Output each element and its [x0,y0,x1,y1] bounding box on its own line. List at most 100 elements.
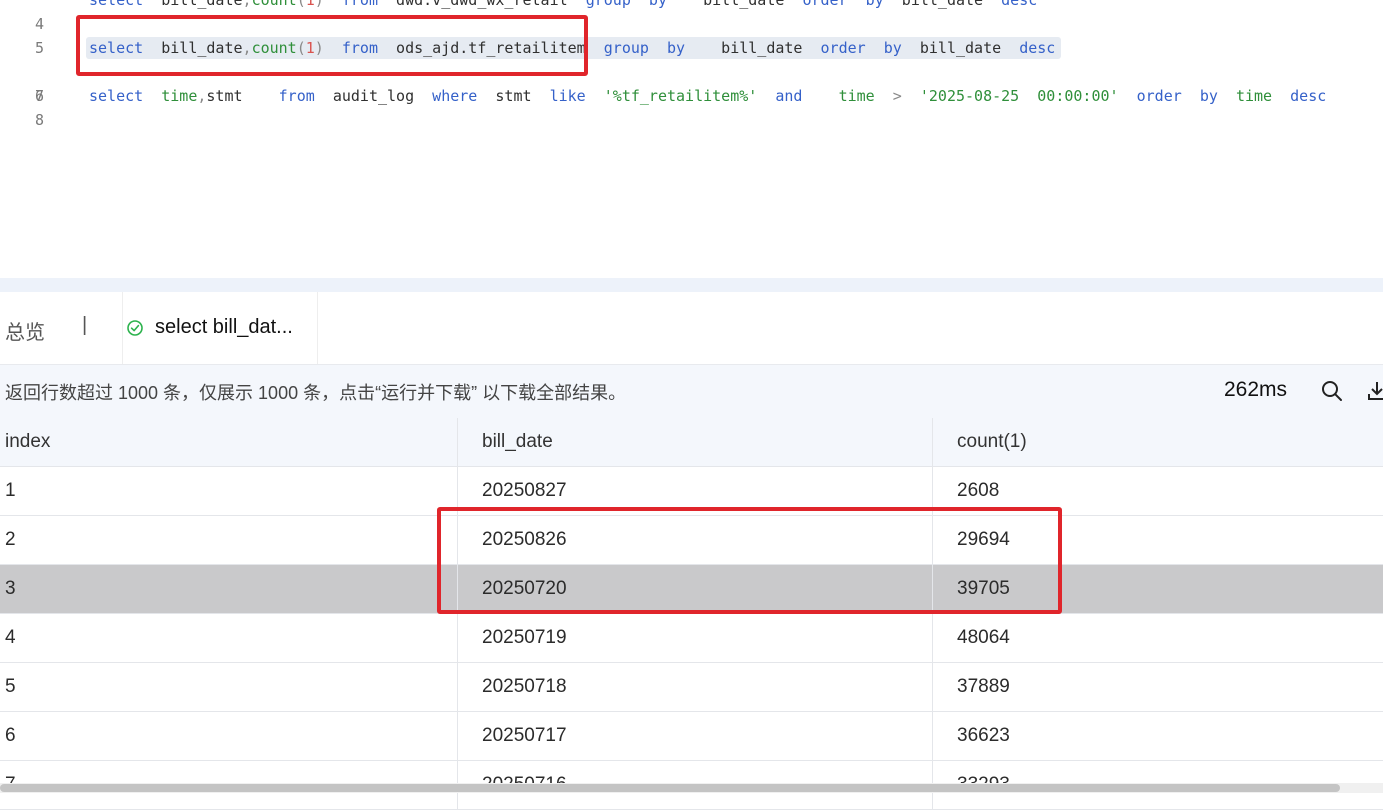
code-token: and [757,87,803,105]
code-token: by [847,0,884,9]
code-token: select [89,0,144,9]
column-header[interactable]: count(1) [932,418,1383,466]
code-token: bill_date [901,39,1002,57]
code-token: count [251,39,297,57]
code-token: bill_date [685,39,803,57]
code-token: audit_log [314,87,415,105]
table-cell: 29694 [932,516,1383,564]
code-token: stmt [477,87,532,105]
code-token: time [143,87,198,105]
code-token: bill_date [883,0,984,9]
search-icon[interactable] [1320,379,1344,403]
table-cell: 20250720 [457,565,952,613]
code-token: from [242,87,315,105]
scrollbar-thumb[interactable] [0,784,1340,792]
table-cell: 20250719 [457,614,952,662]
code-token: dwd.v_dwd_wx_retail [378,0,568,9]
code-token: bill_date [143,39,243,57]
code-token: desc [1001,39,1056,57]
table-cell: 39705 [932,565,1383,613]
code-token: order [784,0,848,9]
table-cell: 2608 [932,467,1383,515]
code-token: order [802,39,866,57]
code-token: '2025-08-25 00:00:00' [901,87,1119,105]
code-token: bill_date [667,0,785,9]
code-token: bill_date [143,0,243,9]
code-token: time [1217,87,1273,105]
tab-query-result[interactable]: select bill_dat... [122,292,318,364]
table-cell: 3 [5,578,16,599]
table-cell: 37889 [932,663,1383,711]
code-token: select [89,39,144,57]
code-token: by [630,0,667,9]
sql-editor[interactable]: 4 select bill_date,count(1) from dwd.v_d… [0,0,1383,278]
success-check-icon [127,320,143,336]
code-token: desc [1272,87,1327,105]
editor-line[interactable]: 4 select bill_date,count(1) from dwd.v_d… [0,0,1383,33]
code-token: by [865,39,902,57]
table-cell: 20250827 [457,467,952,515]
code-token: ods_ajd.tf_retailitem [378,39,586,57]
code-token: 1 [305,0,315,9]
table-cell: 5 [5,676,16,697]
code-token: ( [296,0,306,9]
code-token: where [414,87,478,105]
code-text: select bill_date,count(1) from dwd.v_dwd… [89,0,1037,12]
table-row[interactable]: 5 20250718 37889 [0,663,1383,712]
result-tabs: 总览 | select bill_dat... [0,292,1383,365]
horizontal-scrollbar[interactable] [0,783,1383,793]
table-row[interactable]: 1 20250827 2608 [0,467,1383,516]
code-token: by [1181,87,1218,105]
table-cell: 36623 [932,712,1383,760]
code-token: from [323,0,378,9]
code-token: ) [314,39,324,57]
tab-separator: | [82,314,88,336]
tab-overview[interactable]: 总览 [5,316,45,345]
editor-line[interactable]: 7 [0,60,1383,105]
pane-splitter[interactable] [0,278,1383,292]
code-token: '%tf_retailitem%' [585,87,758,105]
table-row-selected[interactable]: 3 20250720 39705 [0,565,1383,614]
table-cell: 2 [5,529,16,550]
code-token: group [567,0,631,9]
table-cell: 4 [5,627,16,648]
column-header[interactable]: bill_date [457,418,952,466]
code-token: , [242,39,252,57]
code-token: > [874,87,902,105]
editor-line[interactable]: 8 select time,stmt from audit_log where … [0,84,1383,129]
table-cell: 48064 [932,614,1383,662]
table-header-row: index bill_date count(1) [0,418,1383,467]
code-token: count [251,0,297,9]
code-text: select time,stmt from audit_log where st… [89,84,1326,108]
code-token: select [89,87,144,105]
line-number: 8 [34,111,44,129]
code-token: ( [296,39,306,57]
code-text: select bill_date,count(1) from ods_ajd.t… [89,36,1055,60]
table-row[interactable]: 2 20250826 29694 [0,516,1383,565]
elapsed-time: 262ms [1224,378,1288,401]
code-token: ) [314,0,324,9]
download-icon[interactable] [1365,379,1383,403]
table-cell: 20250717 [457,712,952,760]
code-token: desc [983,0,1038,9]
code-token: time [802,87,875,105]
table-cell: 20250718 [457,663,952,711]
tab-query-label: select bill_dat... [155,316,293,338]
result-table: index bill_date count(1) 1 20250827 2608… [0,418,1383,810]
result-info-bar: 返回行数超过 1000 条，仅展示 1000 条，点击“运行并下载” 以下载全部… [0,365,1383,418]
code-token: group [585,39,649,57]
editor-line-selected[interactable]: 6 select bill_date,count(1) from ods_ajd… [0,36,1383,105]
code-token: , [242,0,252,9]
table-cell: 20250826 [457,516,952,564]
table-row[interactable]: 6 20250717 36623 [0,712,1383,761]
column-header[interactable]: index [0,418,457,466]
code-token: by [648,39,686,57]
table-row[interactable]: 4 20250719 48064 [0,614,1383,663]
code-token: like [531,87,586,105]
editor-line[interactable]: 5 [0,12,1383,57]
code-token: stmt [206,87,243,105]
code-token: from [323,39,378,57]
row-limit-notice: 返回行数超过 1000 条，仅展示 1000 条，点击“运行并下载” 以下载全部… [5,383,627,403]
code-token: order [1118,87,1182,105]
table-cell: 6 [5,725,16,746]
